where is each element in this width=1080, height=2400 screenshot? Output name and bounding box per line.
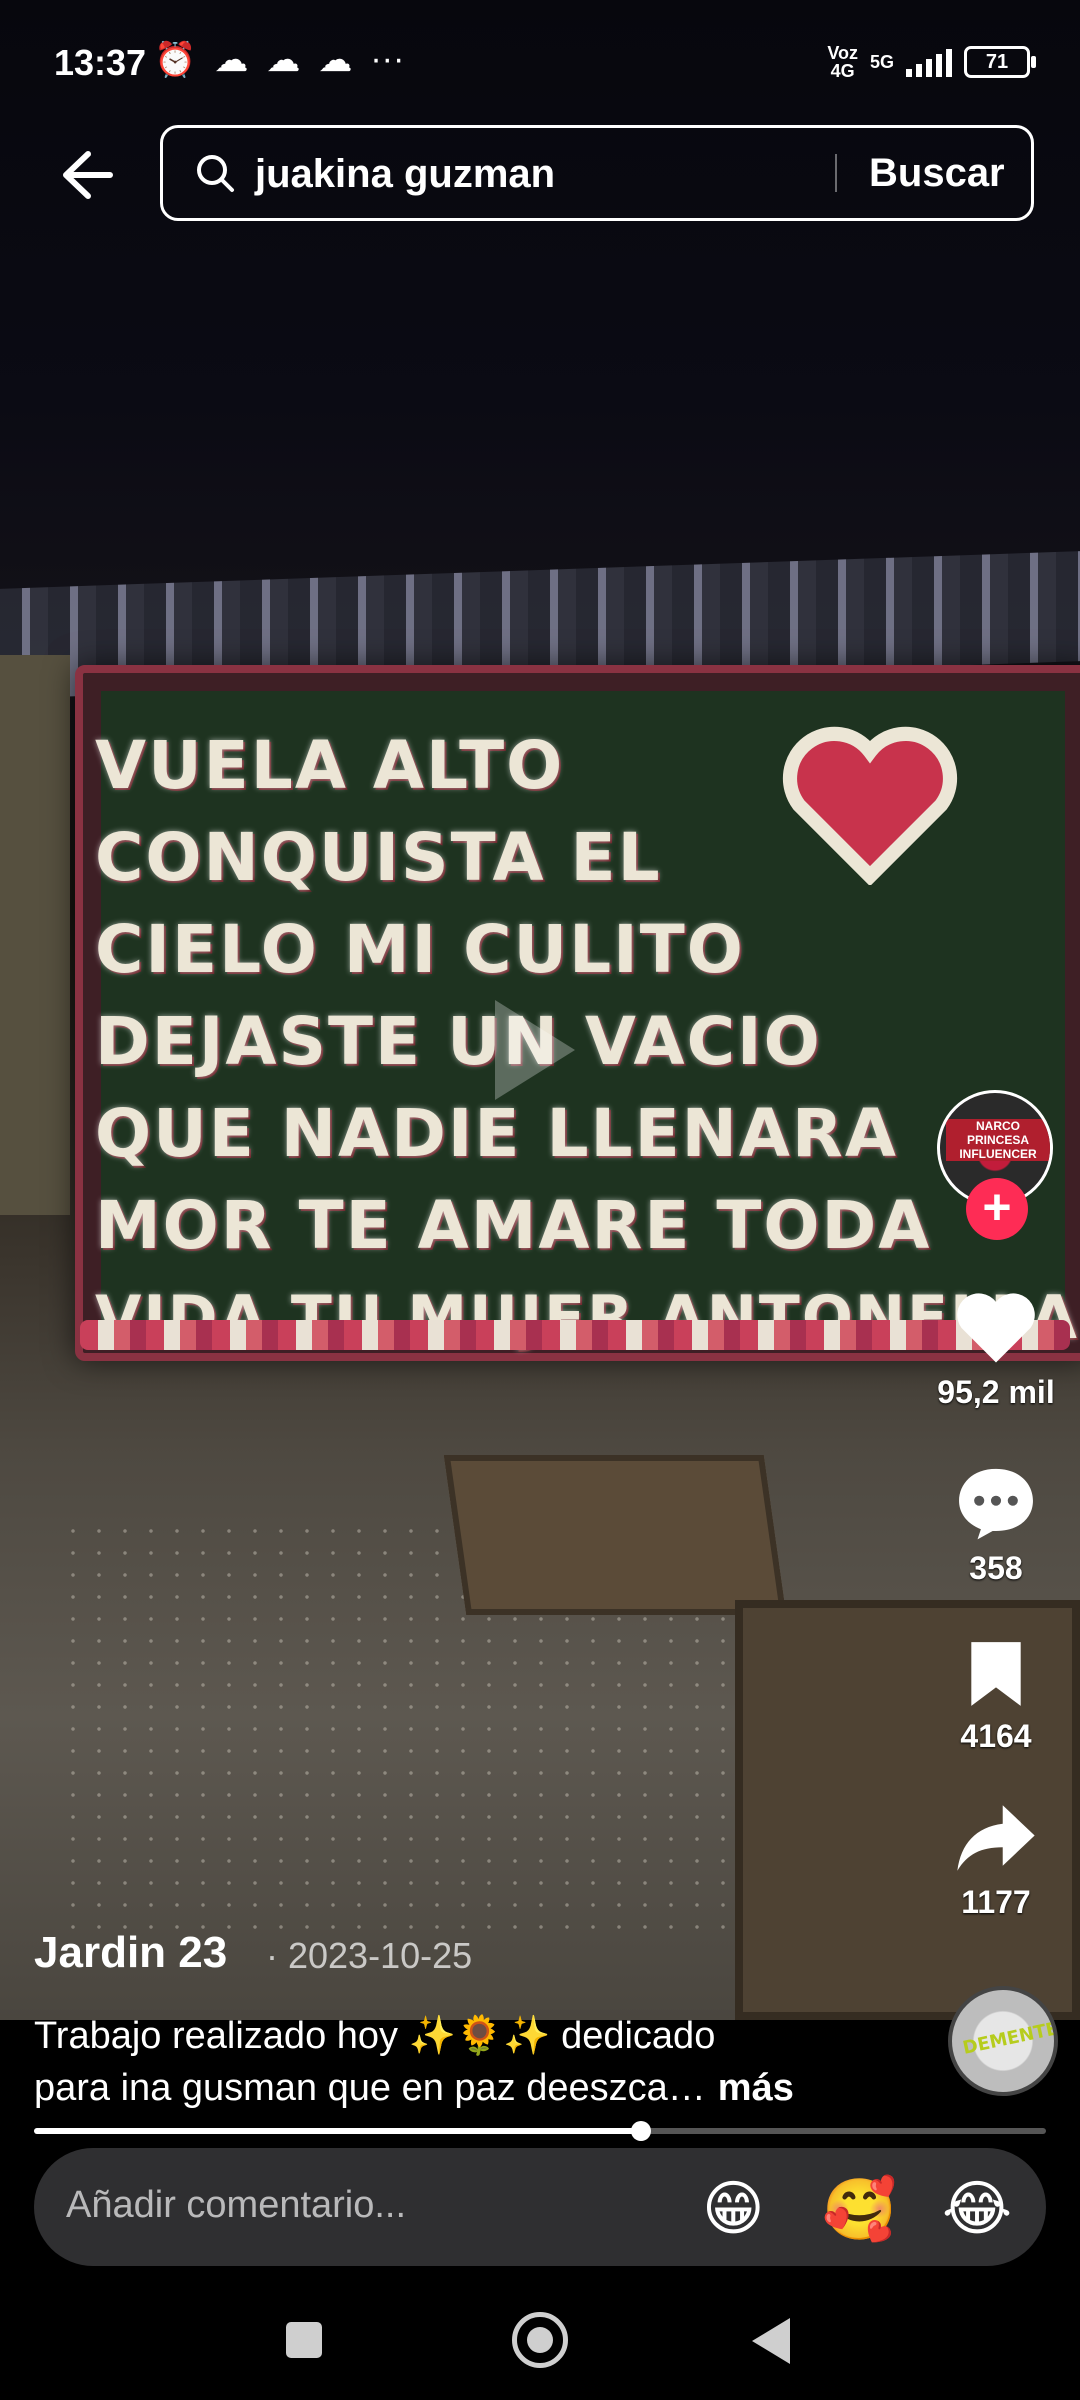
search-divider — [835, 154, 837, 192]
status-bar: 13:37 ⏰ ☁ ☁ ☁ ··· Voz 4G 5G 71 — [0, 0, 1080, 120]
like-count: 95,2 mil — [937, 1374, 1055, 1410]
heart-icon — [957, 1293, 1035, 1363]
alarm-icon: ⏰ — [154, 41, 197, 79]
music-label: DEMENTE — [960, 2018, 1058, 2059]
search-input[interactable]: juakina guzman — [255, 152, 555, 197]
share-count: 1177 — [961, 1884, 1031, 1920]
status-time: 13:37 — [54, 42, 147, 83]
back-button[interactable] — [752, 2318, 790, 2364]
network-4g: 4G — [830, 61, 855, 81]
search-icon — [197, 155, 234, 192]
notification-icons: ⏰ ☁ ☁ ☁ ··· — [154, 40, 404, 80]
back-arrow-icon[interactable] — [50, 140, 120, 210]
network-5g: 5G — [870, 53, 894, 71]
signal-icon — [906, 47, 952, 77]
banner-line: MOR TE AMARE TODA — [95, 1187, 932, 1264]
comment-icon — [959, 1468, 1033, 1540]
more-link[interactable]: más — [718, 2067, 794, 2109]
banner-line: QUE NADIE LLENARA — [95, 1095, 898, 1172]
comment-count: 358 — [969, 1550, 1023, 1586]
network-label: Voz 4G — [827, 44, 858, 80]
post-caption[interactable]: Trabajo realizado hoy ✨🌻✨ dedicado para … — [34, 2010, 914, 2114]
status-right: Voz 4G 5G 71 — [827, 44, 1036, 80]
system-nav-bar — [0, 2270, 1080, 2400]
home-button[interactable] — [512, 2312, 568, 2368]
banner-line: VUELA ALTO — [95, 727, 565, 804]
author-name[interactable]: Jardin 23 — [34, 1928, 227, 1978]
emoji-grin-button[interactable]: 😁 — [702, 2174, 765, 2244]
music-disc[interactable]: DEMENTE — [948, 1986, 1058, 2096]
recents-button[interactable] — [286, 2322, 322, 2358]
search-bar[interactable]: juakina guzman Buscar — [160, 125, 1034, 221]
banner-line: CONQUISTA EL — [95, 819, 662, 896]
video-progress-bar[interactable] — [34, 2121, 1046, 2141]
progress-fill — [34, 2128, 642, 2134]
comment-bar[interactable]: Añadir comentario... 😁 🥰 😂 — [34, 2148, 1046, 2266]
comment-input[interactable]: Añadir comentario... — [66, 2184, 406, 2227]
notification-icon: ☁ — [266, 41, 301, 79]
follow-button[interactable]: + — [966, 1178, 1028, 1240]
emoji-love-button[interactable]: 🥰 — [822, 2174, 897, 2245]
banner-line: VIDA TU MUJER ANTONELLA — [95, 1283, 1079, 1353]
emoji-laugh-button[interactable]: 😂 — [942, 2174, 1012, 2244]
progress-knob[interactable] — [631, 2121, 652, 2141]
avatar-text: NARCO PRINCESA INFLUENCER — [946, 1119, 1050, 1161]
notification-icon: ☁ — [214, 41, 249, 79]
banner-line: CIELO MI CULITO — [95, 911, 745, 988]
more-notifications-icon: ··· — [370, 40, 405, 78]
banner-line: DEJASTE UN VACIO — [95, 1003, 822, 1080]
wooden-post — [0, 655, 70, 1215]
banner-message: VUELA ALTO CONQUISTA EL CIELO MI CULITO … — [95, 720, 1079, 1364]
caption-line-2: para ina gusman que en paz deeszca… más — [34, 2062, 914, 2114]
battery-icon: 71 — [964, 46, 1036, 78]
bookmark-icon — [971, 1642, 1021, 1706]
save-count: 4164 — [960, 1718, 1032, 1754]
save-button[interactable]: 4164 — [920, 1638, 1072, 1755]
post-date: · 2023-10-25 — [266, 1935, 473, 1976]
wooden-box — [443, 1455, 787, 1615]
network-5g-label: 5G — [869, 52, 894, 72]
comment-button[interactable]: 358 — [920, 1462, 1072, 1587]
caption-line: Trabajo realizado hoy ✨🌻✨ dedicado — [34, 2015, 716, 2057]
share-icon — [957, 1805, 1035, 1871]
search-button[interactable]: Buscar — [869, 151, 1005, 196]
play-icon — [495, 1000, 575, 1100]
notification-icon: ☁ — [318, 41, 353, 79]
battery-level: 71 — [985, 51, 1009, 73]
like-button[interactable]: 95,2 mil — [920, 1290, 1072, 1411]
share-button[interactable]: 1177 — [920, 1800, 1072, 1921]
caption-text: para ina gusman que en paz deeszca… — [34, 2067, 706, 2109]
video-player[interactable]: VUELA ALTO CONQUISTA EL CIELO MI CULITO … — [0, 0, 1080, 2020]
network-voz: Voz — [827, 43, 858, 63]
